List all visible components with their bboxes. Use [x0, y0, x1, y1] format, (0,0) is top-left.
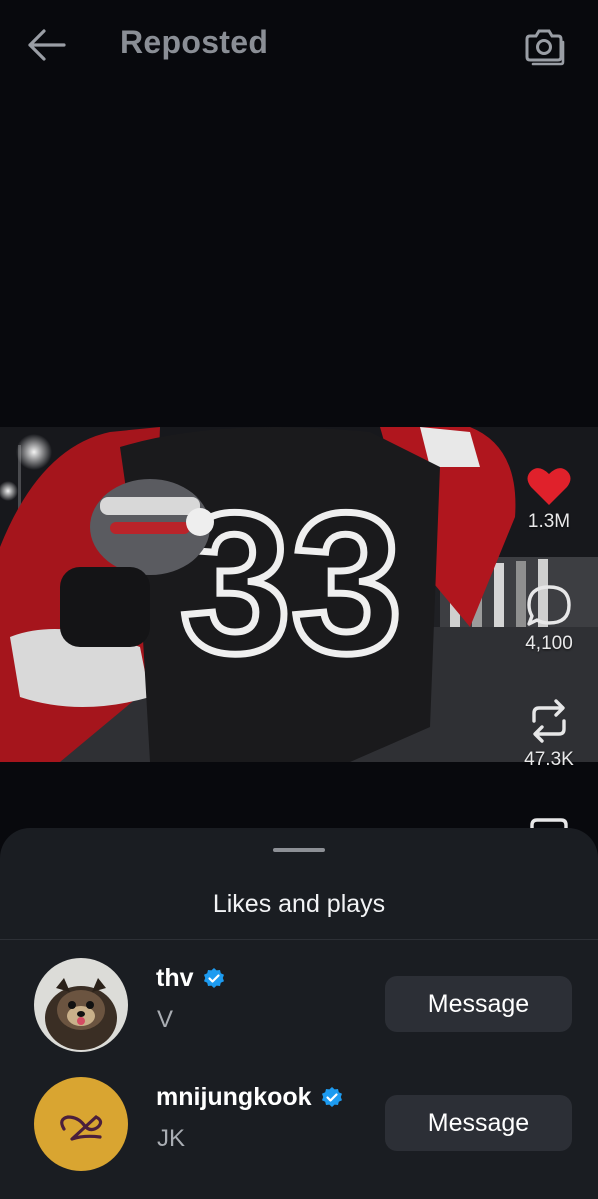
- username[interactable]: thv: [156, 964, 226, 993]
- divider: [0, 939, 598, 940]
- likes-bottom-sheet: Likes and plays thv V Message mnijungkoo…: [0, 828, 598, 1199]
- repost-action[interactable]: 47.3K: [510, 697, 588, 771]
- sheet-title: Likes and plays: [212, 890, 386, 918]
- verified-badge-icon: [203, 967, 224, 988]
- comment-count: 4,100: [525, 633, 573, 654]
- username-text: mnijungkook: [156, 1083, 312, 1111]
- message-button[interactable]: Message: [385, 976, 572, 1032]
- repost-count: 47.3K: [524, 749, 574, 770]
- display-name: JK: [157, 1125, 186, 1152]
- logo-avatar-image: [34, 1077, 128, 1171]
- avatar[interactable]: [34, 958, 128, 1052]
- video-frame: 33: [0, 427, 598, 762]
- sheet-drag-handle[interactable]: [273, 848, 325, 852]
- comment-action[interactable]: 4,100: [510, 583, 588, 655]
- list-item-user[interactable]: mnijungkook JK Message: [0, 1077, 598, 1177]
- like-action[interactable]: 1.3M: [510, 465, 588, 533]
- top-bar: Reposted: [0, 0, 598, 90]
- svg-text:33: 33: [180, 472, 402, 695]
- list-item-user[interactable]: thv V Message: [0, 958, 598, 1058]
- avatar[interactable]: [34, 1077, 128, 1171]
- camera-icon[interactable]: [522, 24, 566, 66]
- repost-icon[interactable]: [526, 697, 572, 745]
- username-text: thv: [156, 964, 194, 992]
- message-button[interactable]: Message: [385, 1095, 572, 1151]
- verified-badge-icon: [321, 1086, 342, 1107]
- dog-avatar-image: [34, 958, 128, 1052]
- comment-icon[interactable]: [524, 583, 574, 629]
- display-name: V: [157, 1006, 174, 1033]
- like-count: 1.3M: [527, 511, 571, 532]
- screen: Reposted 33 1.3M 4,100 47.3K Likes and p…: [0, 0, 598, 1199]
- arrow-left-icon[interactable]: [24, 26, 68, 64]
- username[interactable]: mnijungkook: [156, 1083, 344, 1112]
- page-title: Reposted: [120, 24, 269, 60]
- heart-icon[interactable]: [526, 465, 572, 507]
- post-video[interactable]: 33: [0, 427, 598, 762]
